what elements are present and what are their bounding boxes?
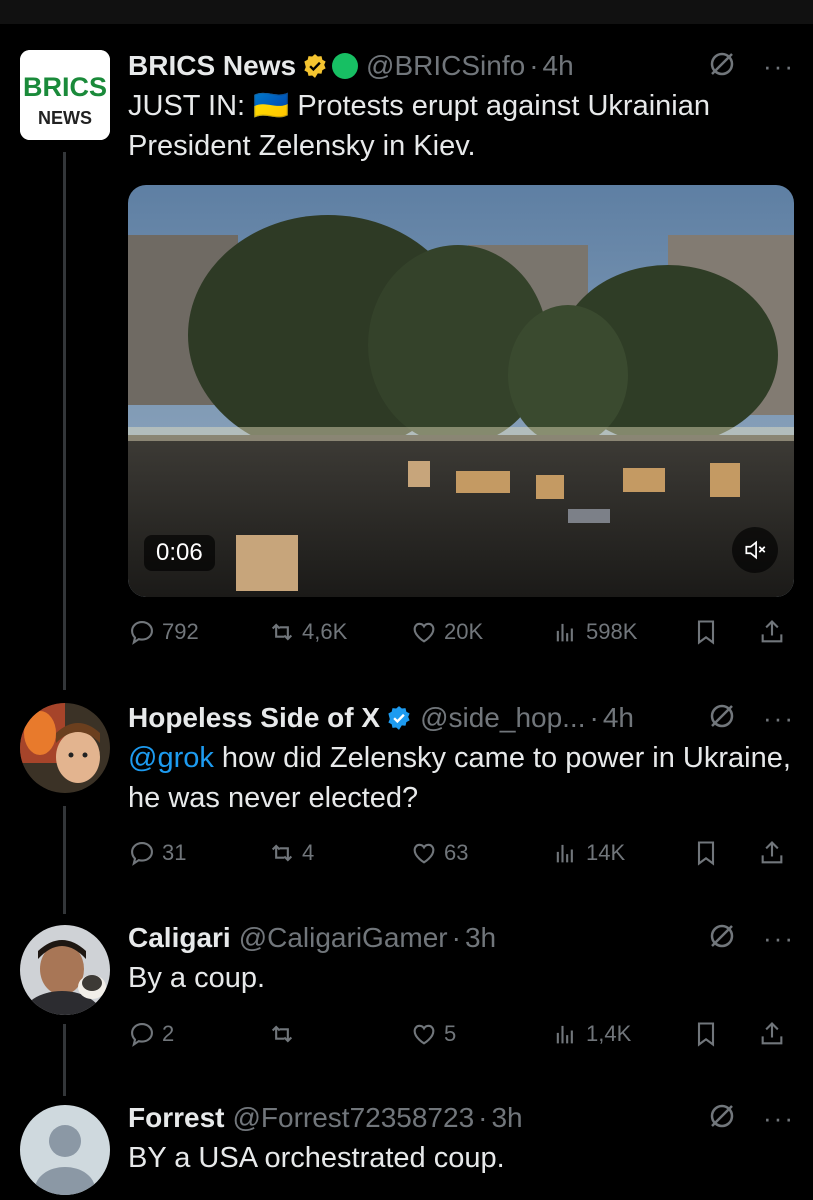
avatar[interactable]	[20, 1105, 110, 1195]
like-button[interactable]: 20K	[410, 612, 483, 652]
timestamp[interactable]: 3h	[465, 922, 496, 954]
separator-dot: ·	[451, 922, 461, 953]
like-button[interactable]: 63	[410, 833, 468, 873]
share-icon[interactable]	[758, 833, 792, 873]
separator-dot: ·	[478, 1102, 488, 1133]
affiliate-badge-icon	[332, 53, 359, 79]
display-name[interactable]: BRICS News	[128, 50, 296, 82]
views-button[interactable]: 1,4K	[552, 1014, 631, 1054]
mute-icon[interactable]	[732, 527, 778, 573]
reply-icon	[131, 1023, 153, 1047]
reply-icon	[131, 842, 153, 866]
repost-button[interactable]: 4	[268, 833, 314, 873]
display-name[interactable]: Caligari	[128, 922, 231, 954]
handle[interactable]: @BRICSinfo	[366, 50, 525, 82]
like-icon	[413, 843, 435, 864]
avatar[interactable]	[20, 925, 110, 1015]
repost-button[interactable]	[268, 1014, 302, 1054]
reply-button[interactable]: 2	[128, 1014, 174, 1054]
handle[interactable]: @CaligariGamer	[239, 922, 448, 954]
repost-icon	[271, 623, 293, 641]
more-icon[interactable]: ···	[763, 925, 793, 951]
repost-icon	[271, 844, 293, 862]
grok-icon[interactable]	[707, 701, 737, 736]
tweet-header: BRICS News @BRICSinfo · 4h	[128, 48, 793, 84]
grok-icon[interactable]	[707, 921, 737, 956]
separator-dot: ·	[589, 702, 599, 733]
separator-dot: ·	[529, 50, 539, 81]
grok-icon[interactable]	[707, 49, 737, 84]
tweet-actions: 2 5 1,4K	[128, 1014, 794, 1054]
views-button[interactable]: 598K	[552, 612, 637, 652]
tweet-text: BY a USA orchestrated coup.	[128, 1142, 505, 1174]
tweet-header: Caligari @CaligariGamer · 3h	[128, 920, 793, 956]
reply-button[interactable]: 31	[128, 833, 186, 873]
svg-text:NEWS: NEWS	[38, 108, 92, 128]
views-icon	[556, 623, 573, 642]
tweet-actions: 792 4,6K 20K 598K	[128, 612, 794, 652]
more-icon[interactable]: ···	[763, 53, 793, 79]
avatar[interactable]	[20, 703, 110, 793]
share-icon[interactable]	[758, 1014, 792, 1054]
video-player[interactable]: 0:06	[128, 185, 794, 597]
like-icon	[413, 1024, 435, 1045]
verified-icon	[386, 705, 412, 731]
timestamp[interactable]: 4h	[543, 50, 574, 82]
like-icon	[413, 622, 435, 643]
gold-verified-icon	[302, 53, 328, 79]
tweet-text: @grok how did Zelensky came to power in …	[128, 742, 791, 814]
more-icon[interactable]: ···	[763, 1105, 793, 1131]
views-button[interactable]: 14K	[552, 833, 625, 873]
tweet-header: Forrest @Forrest72358723 · 3h	[128, 1100, 793, 1136]
avatar-logo-text: BRICS	[23, 72, 107, 102]
tweet-header: Hopeless Side of X @side_hop... · 4h	[128, 700, 793, 736]
avatar[interactable]: BRICS NEWS	[20, 50, 110, 140]
bookmark-icon[interactable]	[692, 1014, 726, 1054]
like-button[interactable]: 5	[410, 1014, 456, 1054]
more-icon[interactable]: ···	[763, 705, 793, 731]
mention-link[interactable]: @grok	[128, 742, 214, 774]
share-icon[interactable]	[758, 612, 792, 652]
flag-emoji: 🇺🇦	[253, 90, 290, 122]
thread-line	[63, 806, 66, 914]
bookmark-icon[interactable]	[692, 833, 726, 873]
video-thumbnail	[128, 185, 794, 597]
thread-line	[63, 152, 66, 690]
grok-icon[interactable]	[707, 1101, 737, 1136]
views-icon	[556, 1025, 573, 1044]
timestamp[interactable]: 4h	[603, 702, 634, 734]
reply-icon	[131, 621, 153, 645]
display-name[interactable]: Forrest	[128, 1102, 224, 1134]
status-bar	[0, 0, 813, 24]
thread-line	[63, 1024, 66, 1096]
views-icon	[556, 844, 573, 863]
reply-button[interactable]: 792	[128, 612, 199, 652]
timestamp[interactable]: 3h	[491, 1102, 522, 1134]
repost-icon	[271, 1025, 293, 1043]
video-duration: 0:06	[144, 535, 215, 571]
tweet-text: JUST IN: 🇺🇦 Protests erupt against Ukrai…	[128, 90, 710, 162]
display-name[interactable]: Hopeless Side of X	[128, 702, 380, 734]
bookmark-icon[interactable]	[692, 612, 726, 652]
handle[interactable]: @Forrest72358723	[232, 1102, 474, 1134]
repost-button[interactable]: 4,6K	[268, 612, 347, 652]
tweet-actions: 31 4 63 14K	[128, 833, 794, 873]
tweet-text: By a coup.	[128, 962, 266, 994]
handle[interactable]: @side_hop...	[420, 702, 585, 734]
